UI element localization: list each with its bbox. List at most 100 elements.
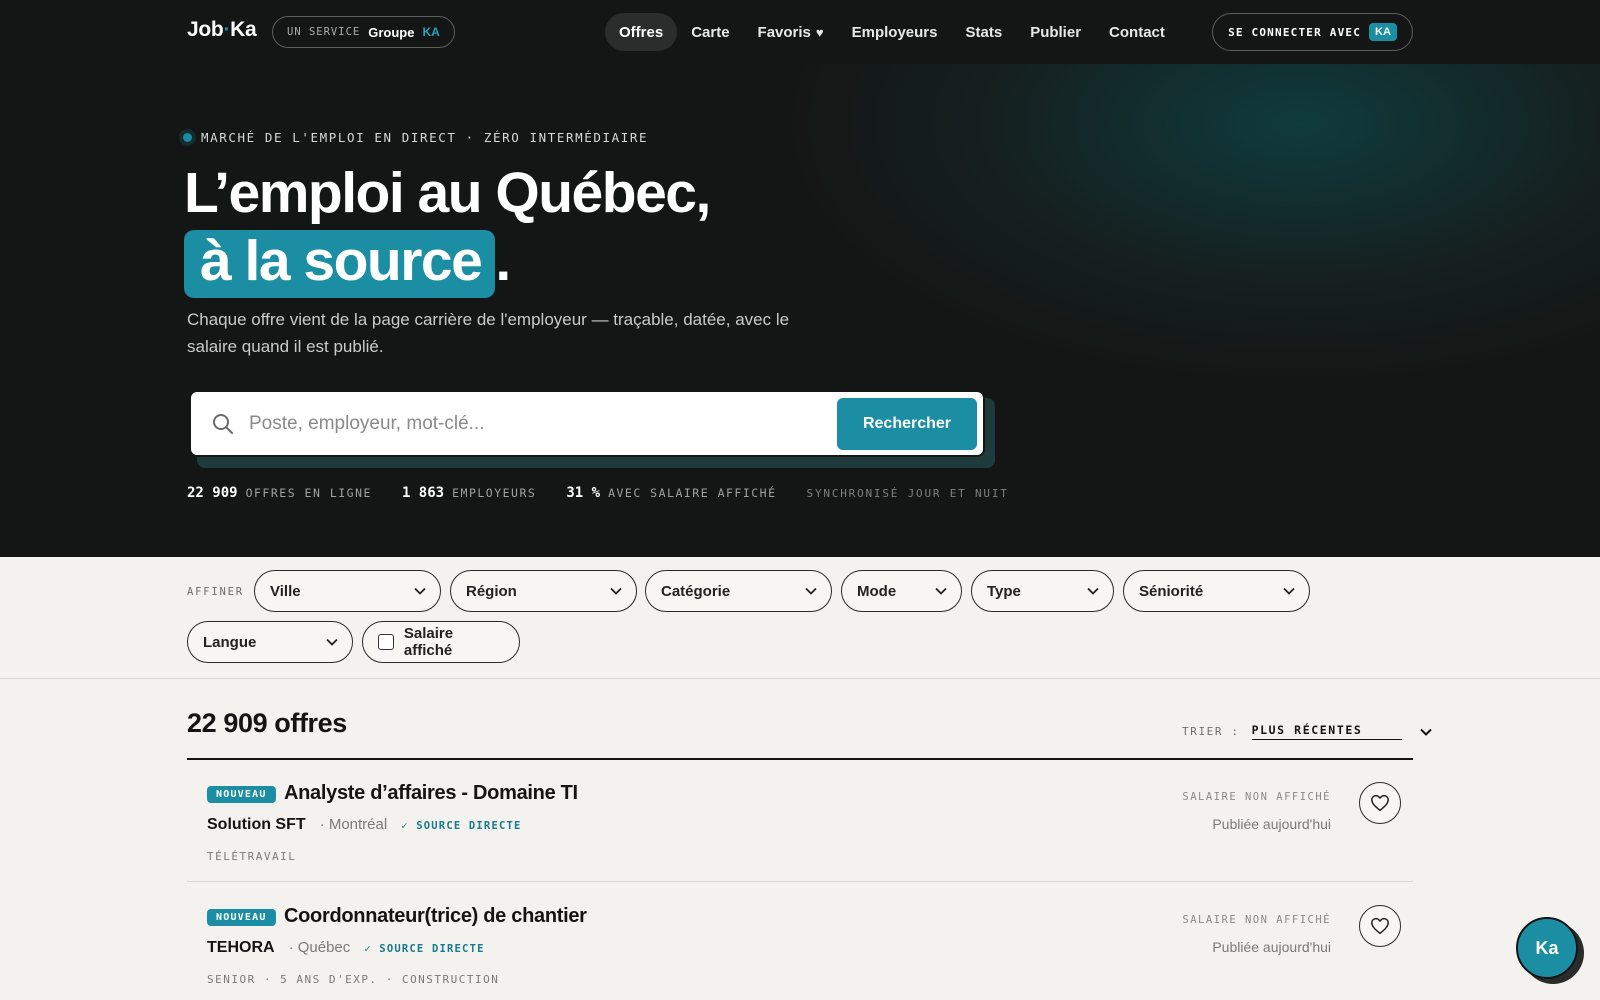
stat-label: OFFRES EN LIGNE: [245, 486, 372, 500]
filter-label: Séniorité: [1139, 582, 1204, 600]
sync-status: SYNCHRONISÉ JOUR ET NUIT: [806, 487, 1009, 500]
nav-label: Employeurs: [851, 23, 938, 41]
source-badge: ✓ SOURCE DIRECTE: [401, 820, 522, 832]
filters-label: AFFINER: [187, 586, 244, 598]
new-badge: NOUVEAU: [207, 786, 276, 803]
filter-langue[interactable]: Langue: [187, 621, 353, 663]
chevron-down-icon: [414, 587, 426, 595]
filter-salaire-affiche[interactable]: Salaire affiché: [362, 621, 520, 663]
main-menu: Offres Carte Favoris ♥ Employeurs Stats P…: [605, 13, 1179, 51]
nav-item-publier[interactable]: Publier: [1016, 13, 1095, 51]
hero-title-highlight: à la source: [184, 230, 496, 298]
filter-mode[interactable]: Mode: [841, 570, 962, 612]
hero-subtitle: Chaque offre vient de la page carrière d…: [187, 310, 790, 356]
nav-item-favoris[interactable]: Favoris ♥: [744, 13, 838, 51]
stat-number: 31 %: [566, 485, 601, 501]
chevron-down-icon: [805, 587, 817, 595]
job-card[interactable]: NOUVEAU Coordonnateur(trice) de chantier…: [187, 883, 1413, 1000]
login-button[interactable]: SE CONNECTER AVEC KA: [1212, 13, 1413, 51]
search-box: Rechercher: [189, 390, 985, 457]
stat-label: EMPLOYEURS: [452, 486, 537, 500]
stat-label: AVEC SALAIRE AFFICHÉ: [608, 486, 777, 500]
new-badge: NOUVEAU: [207, 909, 276, 926]
stat-number: 1 863: [401, 485, 445, 501]
assistant-button[interactable]: Ka: [1516, 917, 1578, 979]
salary-status: SALAIRE NON AFFICHÉ: [1182, 791, 1331, 803]
filter-region[interactable]: Région: [450, 570, 637, 612]
source-badge: ✓ SOURCE DIRECTE: [364, 943, 485, 955]
job-card[interactable]: NOUVEAU Analyste d’affaires - Domaine TI…: [187, 760, 1413, 882]
checkbox-label: Salaire affiché: [403, 625, 454, 659]
favorite-button[interactable]: [1359, 905, 1401, 947]
top-nav: Job·Ka UN SERVICE Groupe KA Offres Carte…: [0, 0, 1600, 64]
job-title[interactable]: Analyste d’affaires - Domaine TI: [284, 782, 578, 805]
salary-status: SALAIRE NON AFFICHÉ: [1182, 914, 1331, 926]
service-ka: KA: [422, 25, 440, 39]
chevron-down-icon: [326, 638, 338, 646]
chevron-down-icon: [1419, 728, 1432, 736]
nav-label: Contact: [1109, 23, 1165, 41]
filter-label: Région: [466, 582, 517, 600]
nav-item-offres[interactable]: Offres: [605, 13, 678, 51]
job-tags: TÉLÉTRAVAIL: [207, 850, 297, 863]
nav-item-employeurs[interactable]: Employeurs: [838, 13, 952, 51]
filter-ville[interactable]: Ville: [254, 570, 441, 612]
job-title[interactable]: Coordonnateur(trice) de chantier: [284, 905, 587, 928]
heart-icon: ♥: [815, 24, 824, 40]
published-date: Publiée aujourd'hui: [1212, 816, 1331, 832]
filter-label: Mode: [857, 582, 897, 600]
chevron-down-icon: [1283, 587, 1295, 595]
job-tags: SENIOR · 5 ANS D'EXP. · CONSTRUCTION: [207, 973, 500, 986]
hero-title-line1: L’emploi au Québec,: [184, 161, 711, 225]
chevron-down-icon: [610, 587, 622, 595]
job-city: · Québec: [288, 939, 351, 956]
service-label: UN SERVICE: [287, 26, 361, 38]
filter-categorie[interactable]: Catégorie: [645, 570, 832, 612]
filter-seniorite[interactable]: Séniorité: [1123, 570, 1310, 612]
results-count-title: 22 909 offres: [187, 708, 347, 738]
logo-text-job: Job: [187, 18, 224, 41]
company-name: TEHORA: [207, 939, 275, 956]
chevron-down-icon: [935, 587, 947, 595]
login-ka-badge: KA: [1369, 23, 1397, 41]
nav-item-contact[interactable]: Contact: [1095, 13, 1179, 51]
chevron-down-icon: [1087, 587, 1099, 595]
hero-kicker: MARCHÉ DE L'EMPLOI EN DIRECT · ZÉRO INTE…: [183, 130, 648, 145]
stat-number: 22 909: [187, 485, 238, 501]
live-dot-icon: [183, 133, 192, 142]
job-company-row: Solution SFT · Montréal ✓ SOURCE DIRECTE: [207, 816, 522, 834]
filter-label: Ville: [270, 582, 301, 600]
search-icon: [213, 413, 233, 434]
logo[interactable]: Job·Ka: [187, 18, 257, 42]
filter-type[interactable]: Type: [971, 570, 1114, 612]
sort-select[interactable]: PLUS RÉCENTES: [1251, 723, 1402, 740]
service-group: Groupe: [368, 24, 415, 40]
favorite-button[interactable]: [1359, 782, 1401, 824]
filter-label: Langue: [203, 633, 257, 651]
filter-label: Type: [987, 582, 1021, 600]
nav-label: Offres: [619, 23, 664, 41]
hero-title-end: .: [495, 229, 511, 293]
heart-outline-icon: [1371, 794, 1389, 812]
hero-title: L’emploi au Québec, à la source.: [184, 160, 711, 298]
hero-stats: 22 909 OFFRES EN LIGNE 1 863 EMPLOYEURS 31…: [187, 485, 1009, 501]
sort-label: TRIER :: [1182, 725, 1240, 738]
job-city: · Montréal: [319, 816, 388, 833]
salary-checkbox[interactable]: [378, 634, 394, 650]
nav-item-stats[interactable]: Stats: [952, 13, 1017, 51]
published-date: Publiée aujourd'hui: [1212, 939, 1331, 955]
kicker-text: MARCHÉ DE L'EMPLOI EN DIRECT · ZÉRO INTE…: [201, 130, 649, 145]
service-badge[interactable]: UN SERVICE Groupe KA: [272, 16, 455, 48]
job-company-row: TEHORA · Québec ✓ SOURCE DIRECTE: [207, 939, 485, 957]
search-button[interactable]: Rechercher: [837, 397, 977, 450]
login-label: SE CONNECTER AVEC: [1228, 25, 1362, 39]
nav-label: Publier: [1030, 23, 1082, 41]
sort-control[interactable]: TRIER : PLUS RÉCENTES: [1182, 723, 1432, 740]
logo-text-ka: Ka: [230, 18, 257, 41]
filter-label: Catégorie: [661, 582, 731, 600]
search-input[interactable]: [249, 412, 837, 435]
nav-item-carte[interactable]: Carte: [677, 13, 743, 51]
nav-label: Favoris: [757, 23, 811, 41]
nav-label: Stats: [965, 23, 1003, 41]
company-name: Solution SFT: [207, 816, 306, 833]
